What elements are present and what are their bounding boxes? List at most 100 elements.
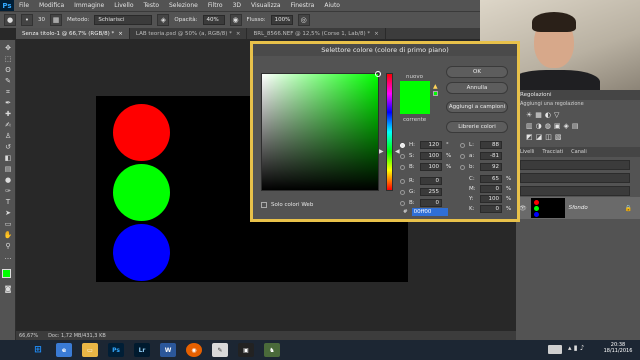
red-input[interactable]: 0 [420,177,442,185]
path-select-tool-icon[interactable]: ➤ [3,209,13,218]
lightroom-taskbar-icon[interactable]: Lr [134,343,150,357]
quick-mask-icon[interactable]: ◙ [3,285,13,294]
adjustment-icons-row3[interactable]: ◩◪◫▧ [526,133,564,141]
menu-aiuto[interactable]: Aiuto [319,2,345,9]
mode-select[interactable]: Schiarisci [94,15,153,25]
hue-input[interactable]: 120 [420,141,442,149]
tab-paths[interactable]: Tracciati [542,149,563,155]
hue-row[interactable]: H: 120 ° [400,141,449,149]
lab-b-radio[interactable] [460,164,465,170]
more-tools-icon[interactable]: … [3,253,13,262]
explorer-icon[interactable]: ▭ [82,343,98,357]
app-icon[interactable]: ✎ [212,343,228,357]
close-icon[interactable]: × [118,31,123,37]
blend-mode-select[interactable] [520,173,630,183]
adjustment-icons-row2[interactable]: ▥◑◍▣◈▤ [526,122,581,130]
lab-l-radio[interactable] [460,142,465,148]
lock-row[interactable] [520,186,630,196]
photoshop-taskbar-icon[interactable]: Ps [108,343,124,357]
red-radio[interactable] [400,178,405,184]
shape-tool-icon[interactable]: ▭ [3,220,13,229]
history-brush-icon[interactable]: ↺ [3,143,13,152]
hex-input[interactable]: 00ff00 [411,208,448,216]
hue-arrow-right-icon[interactable]: ◀ [395,148,400,155]
dodge-tool-icon[interactable]: ● [3,176,13,185]
lab-a-row[interactable]: a: -81 [460,152,502,160]
healing-tool-icon[interactable]: ✚ [3,110,13,119]
zoom-level[interactable]: 66,67% [19,333,38,339]
lab-a-radio[interactable] [460,153,465,159]
brightness-row[interactable]: B: 100% [400,163,451,171]
menu-selezione[interactable]: Selezione [164,2,203,9]
eraser-tool-icon[interactable]: ◧ [3,154,13,163]
clock[interactable]: 20:38 18/11/2016 [600,342,636,354]
blue-row[interactable]: B: 0 [400,199,442,207]
saturation-row[interactable]: S: 100% [400,152,451,160]
green-row[interactable]: G: 255 [400,188,442,196]
close-icon[interactable]: × [236,31,241,37]
quick-select-tool-icon[interactable]: ✎ [3,77,13,86]
brightness-radio[interactable] [400,164,405,170]
yellow-input[interactable]: 100 [480,195,502,203]
brush-preset-icon[interactable]: • [21,14,33,26]
gamut-warning-icon[interactable]: ▲ [433,83,438,90]
lab-l-input[interactable]: 88 [480,141,502,149]
tab-untitled[interactable]: Senza titolo-1 @ 66,7% (RGB/8) * × [16,28,130,39]
stamp-tool-icon[interactable]: ♙ [3,132,13,141]
layer-filter[interactable] [520,160,630,170]
web-only-checkbox[interactable] [261,202,267,208]
hand-tool-icon[interactable]: ✋ [3,231,13,240]
blue-radio[interactable] [400,200,405,206]
tray-icons[interactable]: ▴ ▮ ♪ [568,344,584,352]
lasso-tool-icon[interactable]: ʘ [3,66,13,75]
red-row[interactable]: R: 0 [400,177,442,185]
adjustments-header[interactable]: Regolazioni [516,90,640,100]
lab-a-input[interactable]: -81 [480,152,502,160]
menu-testo[interactable]: Testo [139,2,165,9]
cyan-input[interactable]: 65 [480,175,502,183]
opacity-input[interactable]: 40% [202,15,225,25]
saturation-radio[interactable] [400,153,405,159]
pressure-opacity-icon[interactable]: ◉ [229,14,242,26]
menu-modifica[interactable]: Modifica [34,2,69,9]
brush-size[interactable]: 30 [38,17,45,23]
keyboard-icon[interactable] [548,345,562,354]
game-icon[interactable]: ♞ [264,343,280,357]
blue-input[interactable]: 0 [420,199,442,207]
ie-icon[interactable]: e [56,343,72,357]
photoshop-logo[interactable]: Ps [0,0,14,11]
marquee-tool-icon[interactable]: ⬚ [3,55,13,64]
ok-button[interactable]: OK [446,66,508,78]
close-icon[interactable]: × [374,31,379,37]
cancel-button[interactable]: Annulla [446,82,508,94]
yellow-row[interactable]: Y: 100% [469,195,511,203]
web-only-row[interactable]: Solo colori Web [261,202,313,208]
gradient-tool-icon[interactable]: ▤ [3,165,13,174]
lab-l-row[interactable]: L: 88 [460,141,502,149]
magenta-row[interactable]: M: 0% [469,185,511,193]
tab-channels[interactable]: Canali [571,149,587,155]
tab-lab-teoria[interactable]: LAB teoria.psd @ 50% (a, RGB/8) * × [130,28,248,39]
pressure-size-icon[interactable]: ◎ [297,14,310,26]
start-icon[interactable]: ⊞ [30,343,46,357]
dodge-tool-icon[interactable]: ● [4,14,16,26]
brush-tool-icon[interactable]: ✍ [3,121,13,130]
tab-layers[interactable]: Livelli [520,149,534,155]
crop-tool-icon[interactable]: ⌗ [3,88,13,97]
web-safe-swatch[interactable] [433,91,438,96]
lab-b-input[interactable]: 92 [480,163,502,171]
black-row[interactable]: K: 0% [469,205,511,213]
hue-arrow-left-icon[interactable]: ▶ [379,148,384,155]
color-field-cursor[interactable] [375,71,381,77]
saturation-input[interactable]: 100 [420,152,442,160]
airbrush-icon[interactable]: ◈ [157,14,170,26]
color-libraries-button[interactable]: Librerie colori [446,121,508,133]
add-to-swatches-button[interactable]: Aggiungi a campioni [446,101,508,113]
menu-finestra[interactable]: Finestra [286,2,320,9]
menu-livello[interactable]: Livello [109,2,138,9]
type-tool-icon[interactable]: T [3,198,13,207]
menu-visualizza[interactable]: Visualizza [246,2,286,9]
firefox-icon[interactable]: ◉ [186,343,202,357]
cyan-row[interactable]: C: 65% [469,175,511,183]
tab-brl[interactable]: BRL_8566.NEF @ 12,5% (Corse 1, Lab/8) * × [247,28,386,39]
